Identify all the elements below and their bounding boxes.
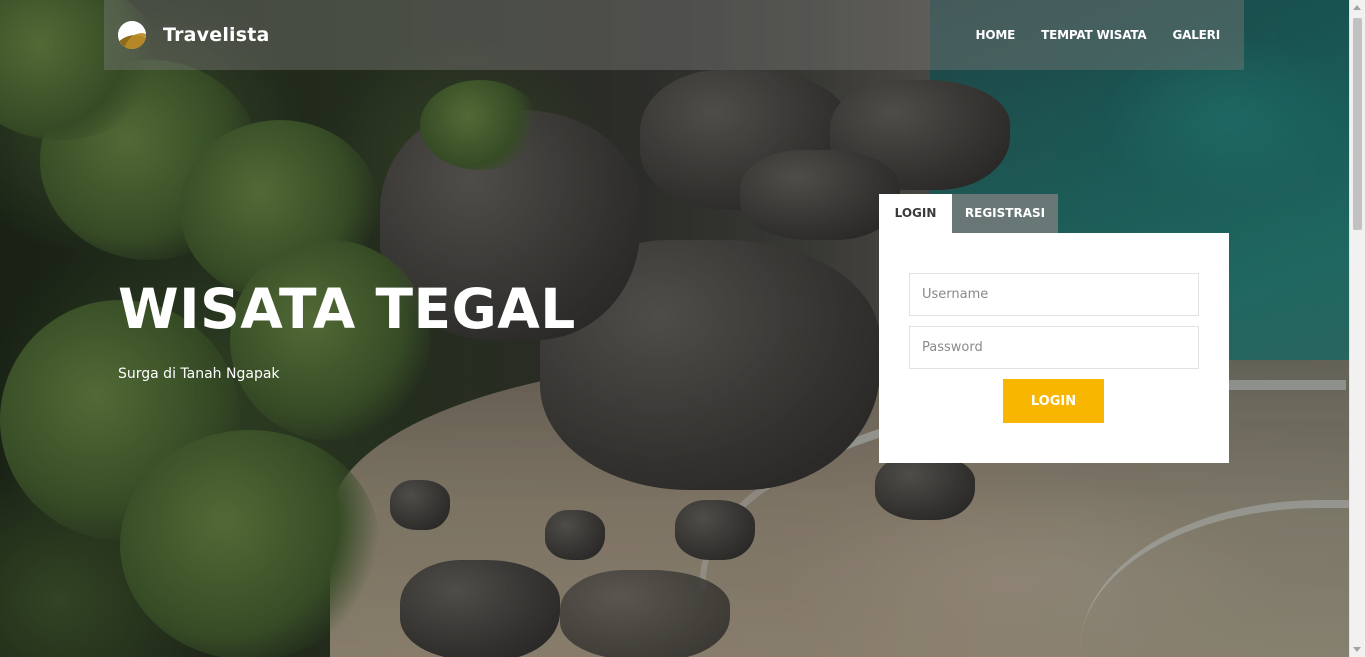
scroll-down-arrow-icon[interactable] (1353, 647, 1361, 652)
nav-item-galeri[interactable]: GALERI (1173, 28, 1221, 42)
auth-tabs: LOGIN REGISTRASI (879, 194, 1058, 233)
login-panel: LOGIN (879, 233, 1229, 463)
page-scrollbar[interactable] (1349, 0, 1365, 657)
nav-item-tempat-wisata[interactable]: TEMPAT WISATA (1041, 28, 1147, 42)
username-field[interactable] (909, 273, 1199, 316)
brand-link[interactable]: Travelista (118, 19, 270, 51)
brand-name: Travelista (163, 24, 270, 46)
password-field[interactable] (909, 326, 1199, 369)
navbar: Travelista HOME TEMPAT WISATA GALERI (104, 0, 1244, 70)
login-button[interactable]: LOGIN (1003, 379, 1104, 423)
tab-login[interactable]: LOGIN (879, 194, 952, 233)
hero-subtitle: Surga di Tanah Ngapak (118, 366, 280, 382)
scroll-up-arrow-icon[interactable] (1353, 5, 1361, 10)
nav-menu: HOME TEMPAT WISATA GALERI (950, 0, 1221, 70)
page: Travelista HOME TEMPAT WISATA GALERI WIS… (0, 0, 1365, 657)
nav-item-home[interactable]: HOME (976, 28, 1016, 42)
scrollbar-thumb[interactable] (1353, 18, 1362, 230)
hero-title: WISATA TEGAL (118, 277, 576, 341)
travelista-logo-icon (118, 21, 146, 49)
tab-registrasi[interactable]: REGISTRASI (952, 194, 1058, 233)
